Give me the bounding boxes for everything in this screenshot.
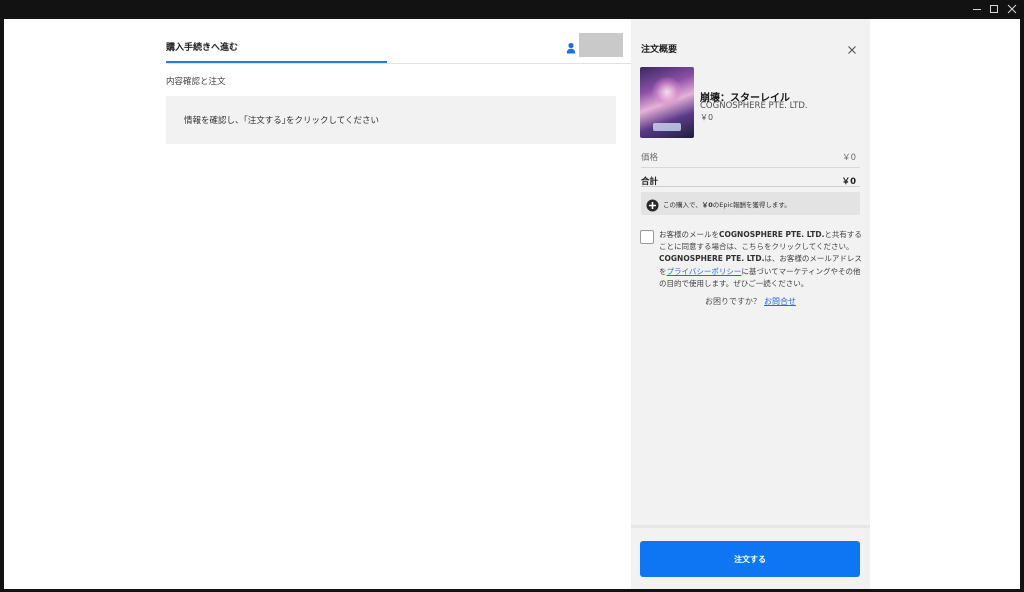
reward-suffix: のEpic報酬を獲得します。 [712,201,791,209]
consent-company-2: COGNOSPHERE PTE. LTD. [659,254,765,264]
window-close-icon[interactable] [1005,2,1019,16]
consent-company-1: COGNOSPHERE PTE. LTD. [719,230,825,239]
reward-plus-icon [646,197,659,212]
product-publisher: COGNOSPHERE PTE. LTD. [700,101,808,111]
consent-text: お客様のメールをCOGNOSPHERE PTE. LTD.と共有することに同意す… [659,229,864,290]
price-value: ￥0 [842,153,856,163]
reward-notice: この購入で、￥0のEpic報酬を獲得します。 [641,192,860,215]
product-cover-image [640,67,694,138]
tab-divider [166,63,631,64]
cover-art-glow [652,77,682,107]
checkout-tab-title[interactable]: 購入手続きへ進む [166,40,238,53]
total-divider [641,186,860,187]
contact-link[interactable]: お問合せ [764,297,796,306]
info-message-box: 情報を確認し、｢注文する｣をクリックしてください [166,96,616,144]
user-account-box[interactable] [579,33,623,57]
order-summary-panel: 注文概要 崩壊：スターレイル COGNOSPHERE PTE. LTD. ￥0 … [631,19,870,589]
reward-amount: ￥0 [701,201,713,209]
minimize-icon[interactable] [970,2,984,16]
help-row: お困りですか？ お問合せ [631,296,870,307]
info-message: 情報を確認し、｢注文する｣をクリックしてください [184,116,379,126]
consent-part1: お客様のメールを [659,230,719,239]
maximize-icon[interactable] [987,2,1001,16]
price-label: 価格 [641,153,659,163]
price-divider [641,167,860,168]
window-titlebar [0,0,1024,19]
checkout-window: 購入手続きへ進む 内容確認と注文 情報を確認し、｢注文する｣をクリックしてくださ… [4,19,1020,589]
summary-title: 注文概要 [641,45,678,55]
user-icon [566,39,576,54]
product-price: ￥0 [700,113,714,122]
close-icon[interactable] [847,40,857,54]
reward-prefix: この購入で、 [663,201,702,209]
section-label: 内容確認と注文 [166,77,226,87]
footer-divider [631,525,870,528]
privacy-policy-link[interactable]: プライバシーポリシー [667,267,742,276]
cover-logo-mark [653,123,681,131]
help-text: お困りですか？ [705,297,761,306]
place-order-button[interactable]: 注文する [640,541,860,577]
consent-checkbox[interactable] [640,230,654,244]
reward-text: この購入で、￥0のEpic報酬を獲得します。 [663,199,791,209]
